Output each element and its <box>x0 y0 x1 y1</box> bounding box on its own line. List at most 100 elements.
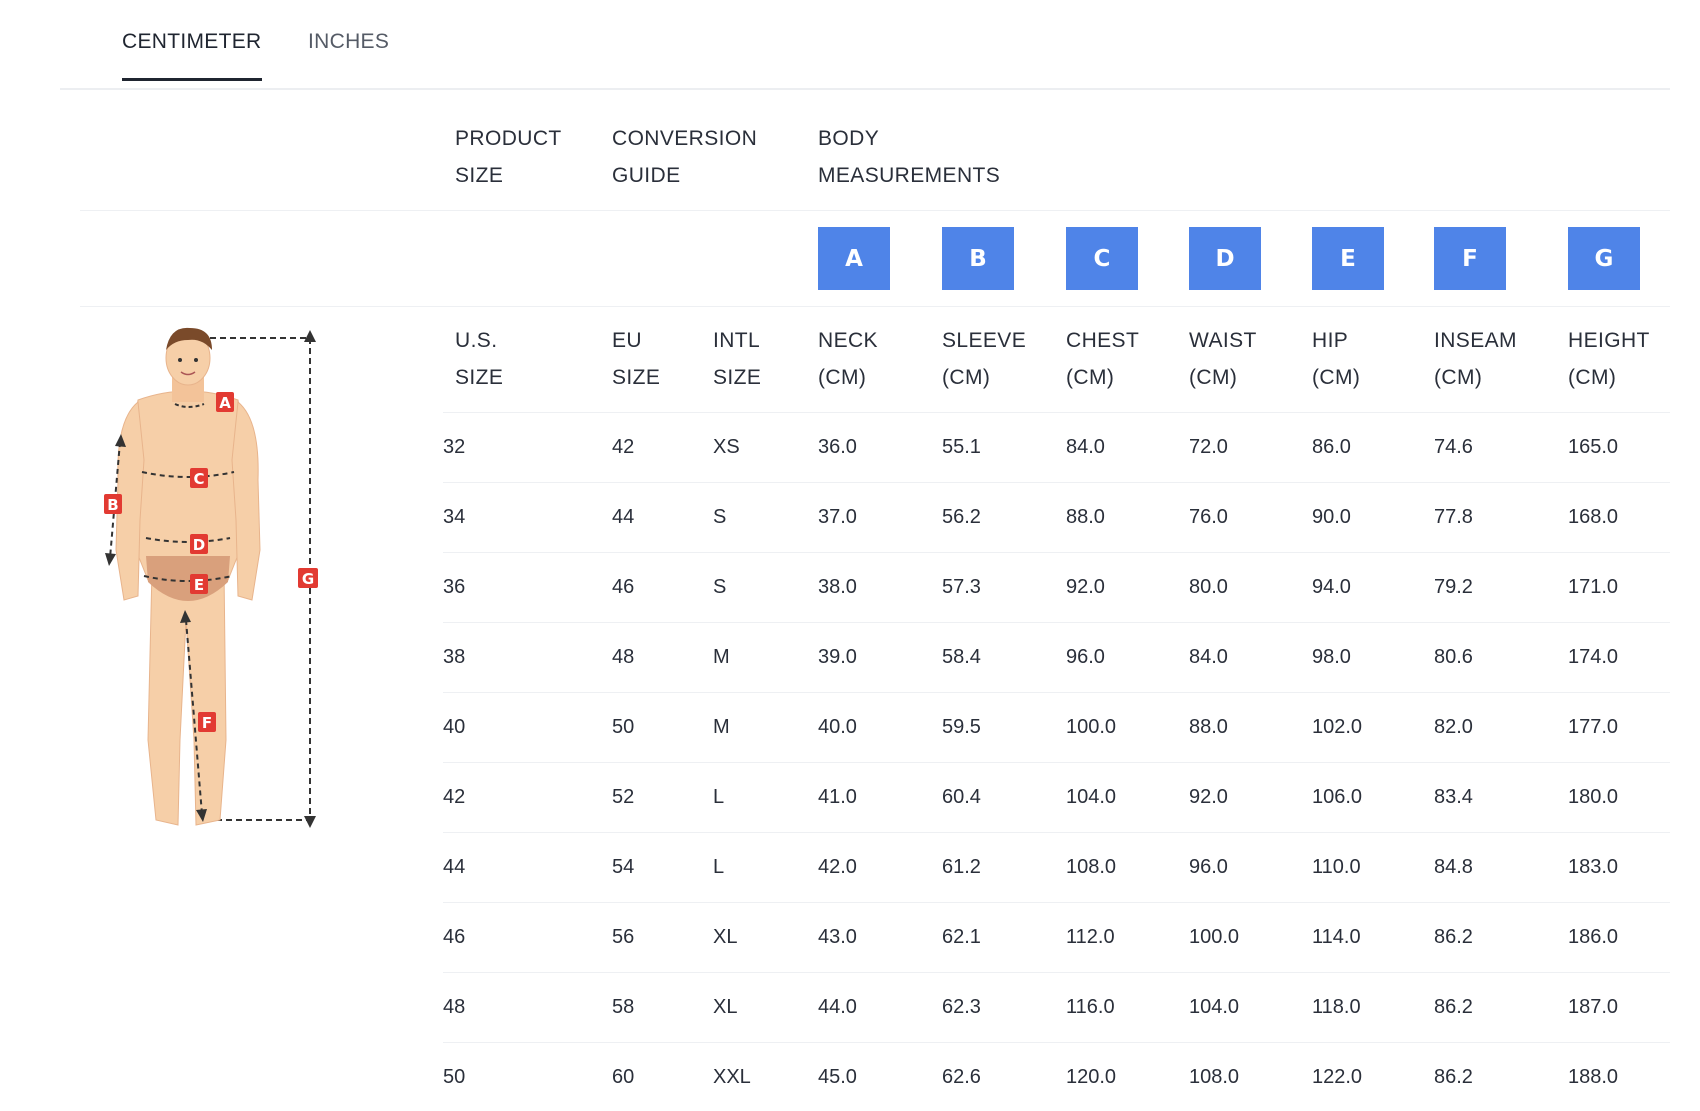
table-cell: XXL <box>713 1066 751 1088</box>
badge-c: C <box>1066 227 1138 290</box>
table-cell: 168.0 <box>1568 506 1619 528</box>
column-header-neck: NECK (CM) <box>818 322 878 396</box>
table-cell: XL <box>713 926 738 948</box>
table-cell: 54 <box>612 856 635 878</box>
table-cell: 183.0 <box>1568 856 1619 878</box>
row-divider <box>443 762 1670 763</box>
row-divider <box>443 482 1670 483</box>
table-cell: 108.0 <box>1189 1066 1240 1088</box>
badge-f: F <box>1434 227 1506 290</box>
table-cell: XL <box>713 996 738 1018</box>
table-cell: 86.2 <box>1434 926 1473 948</box>
column-header-line: SIZE <box>455 366 504 389</box>
table-cell: 110.0 <box>1312 856 1361 878</box>
row-divider <box>443 692 1670 693</box>
column-header-intl-size: INTL SIZE <box>713 322 761 396</box>
row-divider <box>443 902 1670 903</box>
column-header-line: (CM) <box>1189 366 1238 389</box>
table-cell: 122.0 <box>1312 1066 1363 1088</box>
divider <box>80 306 1670 307</box>
table-cell: 80.0 <box>1189 576 1228 598</box>
table-cell: 62.3 <box>942 996 981 1018</box>
table-cell: S <box>713 506 727 528</box>
table-cell: 188.0 <box>1568 1066 1619 1088</box>
table-cell: 116.0 <box>1066 996 1115 1018</box>
table-cell: XS <box>713 436 740 458</box>
column-header-line: (CM) <box>1434 366 1483 389</box>
badge-e: E <box>1312 227 1384 290</box>
table-cell: 39.0 <box>818 646 857 668</box>
badge-d: D <box>1189 227 1261 290</box>
group-header-line: BODY <box>818 127 880 150</box>
table-cell: S <box>713 576 727 598</box>
table-cell: 112.0 <box>1066 926 1115 948</box>
badge-a: A <box>818 227 890 290</box>
table-cell: 165.0 <box>1568 436 1619 458</box>
column-header-line: HEIGHT <box>1568 329 1650 352</box>
table-cell: 40.0 <box>818 716 857 738</box>
table-cell: 62.1 <box>942 926 981 948</box>
table-cell: 43.0 <box>818 926 857 948</box>
column-header-line: (CM) <box>1312 366 1361 389</box>
table-cell: 86.0 <box>1312 436 1351 458</box>
group-header-line: MEASUREMENTS <box>818 164 1001 187</box>
badge-g: G <box>1568 227 1640 290</box>
table-cell: 79.2 <box>1434 576 1473 598</box>
column-header-waist: WAIST (CM) <box>1189 322 1257 396</box>
table-cell: 77.8 <box>1434 506 1473 528</box>
row-divider <box>443 552 1670 553</box>
table-cell: 38 <box>443 646 466 668</box>
table-cell: 74.6 <box>1434 436 1473 458</box>
table-cell: 48 <box>443 996 466 1018</box>
column-header-line: NECK <box>818 329 878 352</box>
table-cell: 96.0 <box>1189 856 1228 878</box>
column-header-line: INTL <box>713 329 761 352</box>
table-cell: 80.6 <box>1434 646 1473 668</box>
table-cell: 118.0 <box>1312 996 1361 1018</box>
table-cell: 58.4 <box>942 646 981 668</box>
table-cell: 34 <box>443 506 466 528</box>
table-cell: 177.0 <box>1568 716 1619 738</box>
group-header-line: PRODUCT <box>455 127 562 150</box>
table-cell: 44.0 <box>818 996 857 1018</box>
table-cell: 40 <box>443 716 466 738</box>
column-header-hip: HIP (CM) <box>1312 322 1360 396</box>
column-header-line: (CM) <box>942 366 991 389</box>
table-cell: 108.0 <box>1066 856 1117 878</box>
table-cell: 92.0 <box>1066 576 1105 598</box>
table-cell: 46 <box>612 576 635 598</box>
table-cell: 52 <box>612 786 635 808</box>
table-cell: 84.0 <box>1189 646 1228 668</box>
table-cell: 92.0 <box>1189 786 1228 808</box>
table-cell: M <box>713 646 730 668</box>
table-cell: 60.4 <box>942 786 981 808</box>
column-header-us-size: U.S. SIZE <box>455 322 503 396</box>
column-header-line: SIZE <box>713 366 762 389</box>
row-divider <box>443 622 1670 623</box>
table-cell: M <box>713 716 730 738</box>
table-cell: 37.0 <box>818 506 857 528</box>
table-cell: 120.0 <box>1066 1066 1117 1088</box>
column-header-line: SLEEVE <box>942 329 1027 352</box>
group-header-conversion-guide: CONVERSION GUIDE <box>612 120 757 194</box>
table-cell: 86.2 <box>1434 1066 1473 1088</box>
row-divider <box>443 972 1670 973</box>
table-cell: 59.5 <box>942 716 981 738</box>
table-cell: 96.0 <box>1066 646 1105 668</box>
column-header-line: CHEST <box>1066 329 1140 352</box>
table-cell: 100.0 <box>1189 926 1240 948</box>
row-divider <box>443 1042 1670 1043</box>
group-header-line: CONVERSION <box>612 127 758 150</box>
table-cell: 84.0 <box>1066 436 1105 458</box>
table-cell: 171.0 <box>1568 576 1619 598</box>
table-cell: 48 <box>612 646 635 668</box>
table-cell: 186.0 <box>1568 926 1619 948</box>
table-cell: 72.0 <box>1189 436 1228 458</box>
table-cell: 102.0 <box>1312 716 1363 738</box>
group-header-line: SIZE <box>455 164 504 187</box>
column-header-line: (CM) <box>1568 366 1617 389</box>
table-cell: 180.0 <box>1568 786 1619 808</box>
table-cell: 61.2 <box>942 856 981 878</box>
column-header-line: EU <box>612 329 642 352</box>
table-cell: 42 <box>612 436 635 458</box>
